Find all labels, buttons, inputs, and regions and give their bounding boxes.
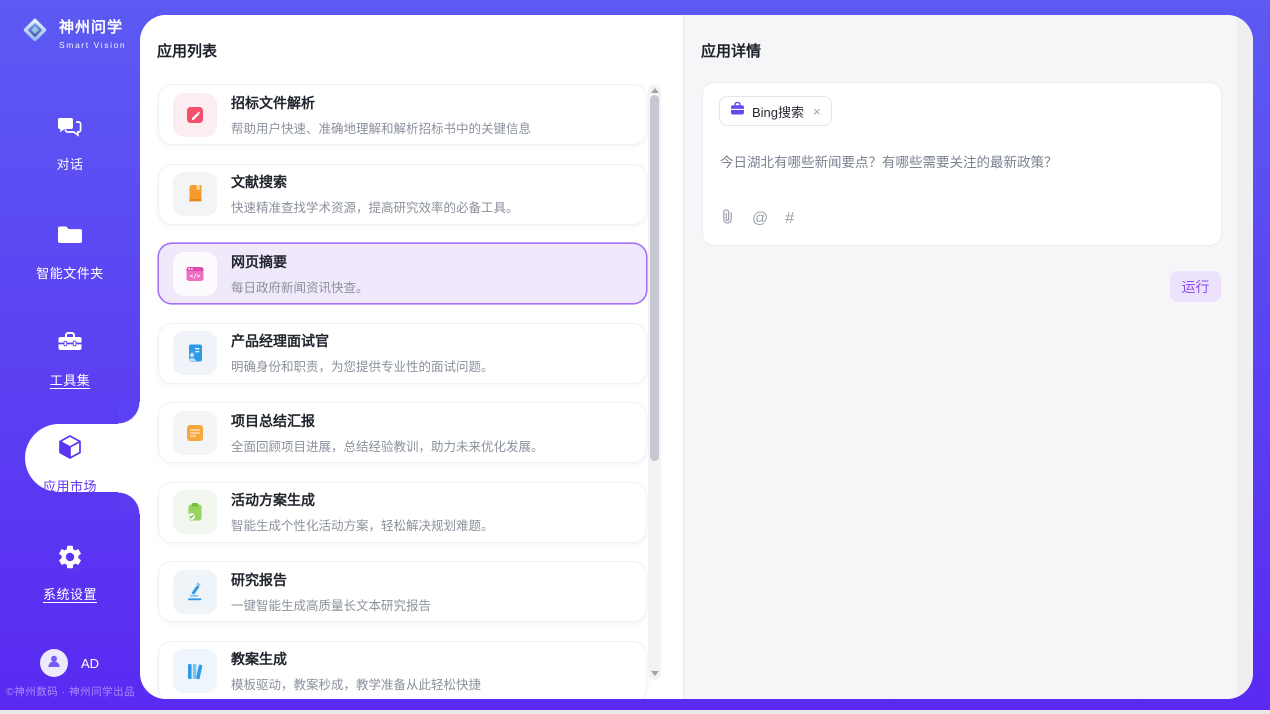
app-card-web-summary[interactable]: </> 网页摘要 每日政府新闻资讯快查。 xyxy=(158,243,647,304)
card-title: 教案生成 xyxy=(231,649,481,669)
card-desc: 全面回顾项目进展，总结经验教训，助力未来优化发展。 xyxy=(231,436,544,455)
code-glyph: </> xyxy=(190,273,201,280)
summary-note-icon xyxy=(173,411,217,455)
sidebar-item-label: 应用市场 xyxy=(43,476,97,495)
sidebar: 神州问学 Smart Vision 对话 智能文件夹 xyxy=(0,0,140,710)
composer-toolbar: @ # xyxy=(720,208,794,230)
app-card-bid-parse[interactable]: 招标文件解析 帮助用户快速、准确地理解和解析招标书中的关键信息 xyxy=(158,84,647,145)
card-desc: 智能生成个性化活动方案，轻松解决规划难题。 xyxy=(231,515,494,534)
card-title: 研究报告 xyxy=(231,570,431,590)
card-title: 网页摘要 xyxy=(231,252,369,272)
card-title: 产品经理面试官 xyxy=(231,331,494,351)
card-desc: 明确身份和职责，为您提供专业性的面试问题。 xyxy=(231,356,494,375)
card-desc: 一键智能生成高质量长文本研究报告 xyxy=(231,595,431,614)
attachment-icon[interactable] xyxy=(720,208,735,230)
copyright-text: ©神州数码 · 神州问学出品 xyxy=(6,684,140,699)
scroll-up-arrow-icon[interactable] xyxy=(651,88,659,93)
card-title: 招标文件解析 xyxy=(231,93,531,113)
card-desc: 每日政府新闻资讯快查。 xyxy=(231,277,369,296)
query-text[interactable]: 今日湖北有哪些新闻要点？有哪些需要关注的最新政策？ xyxy=(720,151,1200,171)
prompt-input[interactable]: Bing搜索 × 今日湖北有哪些新闻要点？有哪些需要关注的最新政策？ @ # xyxy=(702,82,1222,246)
card-desc: 快速精准查找学术资源，提高研究效率的必备工具。 xyxy=(231,197,519,216)
logo-subtitle: Smart Vision xyxy=(59,40,126,50)
briefcase-icon xyxy=(730,101,745,121)
scroll-down-arrow-icon[interactable] xyxy=(651,671,659,676)
books-icon xyxy=(173,649,217,693)
hash-icon[interactable]: # xyxy=(785,211,794,227)
app-detail-panel: 应用详情 Bing搜索 × 今日湖北有哪些新闻要点？有哪些需要关注的最新政策？ xyxy=(683,15,1253,699)
sidebar-item-app-market[interactable]: 应用市场 xyxy=(0,433,140,495)
at-icon[interactable]: @ xyxy=(752,211,768,227)
toolbox-icon xyxy=(55,327,85,362)
detail-scrollbar-track[interactable] xyxy=(1237,15,1253,699)
interview-doc-icon xyxy=(173,331,217,375)
sidebar-item-smart-folder[interactable]: 智能文件夹 xyxy=(0,220,140,282)
logo-gem-icon xyxy=(19,14,51,51)
sidebar-item-label: 智能文件夹 xyxy=(36,263,104,282)
app-list-scrollbar[interactable] xyxy=(648,84,661,680)
browser-code-icon: </> xyxy=(173,252,217,296)
chip-close-icon[interactable]: × xyxy=(813,104,821,119)
user-initials: AD xyxy=(81,656,99,671)
app-card-lesson-plan[interactable]: 教案生成 模板驱动，教案秒成，教学准备从此轻松快捷 xyxy=(158,641,647,700)
gear-icon xyxy=(56,543,84,576)
user-account[interactable]: AD xyxy=(40,649,99,677)
sidebar-item-settings[interactable]: 系统设置 xyxy=(0,543,140,603)
card-title: 活动方案生成 xyxy=(231,490,494,510)
sidebar-item-label: 系统设置 xyxy=(43,584,97,603)
sidebar-item-label: 工具集 xyxy=(50,370,91,389)
edit-document-icon xyxy=(173,93,217,137)
clipboard-check-icon xyxy=(173,490,217,534)
bubble-fillet-bottom xyxy=(118,492,140,514)
logo-title: 神州问学 xyxy=(59,16,126,37)
card-title: 项目总结汇报 xyxy=(231,411,544,431)
folder-icon xyxy=(55,220,85,255)
card-title: 文献搜索 xyxy=(231,172,519,192)
app-list-title: 应用列表 xyxy=(157,40,217,61)
app-card-research-report[interactable]: 研究报告 一键智能生成高质量长文本研究报告 xyxy=(158,561,647,622)
sidebar-item-toolset[interactable]: 工具集 xyxy=(0,327,140,389)
chat-icon xyxy=(55,111,85,146)
sidebar-item-label: 对话 xyxy=(56,154,83,173)
scrollbar-thumb[interactable] xyxy=(650,95,659,461)
tool-chip-label: Bing搜索 xyxy=(752,102,804,121)
app-detail-title: 应用详情 xyxy=(701,40,761,61)
app-card-project-summary[interactable]: 项目总结汇报 全面回顾项目进展，总结经验教训，助力未来优化发展。 xyxy=(158,402,647,463)
app-logo: 神州问学 Smart Vision xyxy=(19,14,126,51)
app-card-event-plan[interactable]: 活动方案生成 智能生成个性化活动方案，轻松解决规划难题。 xyxy=(158,482,647,543)
main-content: 应用列表 招标文件解析 帮助用户快速、准确地理解和解析招标书中的关键信息 xyxy=(140,15,1253,699)
app-window: 神州问学 Smart Vision 对话 智能文件夹 xyxy=(0,0,1270,714)
app-card-list: 招标文件解析 帮助用户快速、准确地理解和解析招标书中的关键信息 文献搜索 xyxy=(158,84,647,699)
bubble-fillet-top xyxy=(118,402,140,424)
app-card-literature-search[interactable]: 文献搜索 快速精准查找学术资源，提高研究效率的必备工具。 xyxy=(158,164,647,225)
microscope-icon xyxy=(173,570,217,614)
card-desc: 帮助用户快速、准确地理解和解析招标书中的关键信息 xyxy=(231,118,531,137)
card-desc: 模板驱动，教案秒成，教学准备从此轻松快捷 xyxy=(231,674,481,693)
sidebar-item-chat[interactable]: 对话 xyxy=(0,111,140,173)
run-button[interactable]: 运行 xyxy=(1170,271,1221,302)
avatar xyxy=(40,649,68,677)
app-list-panel: 应用列表 招标文件解析 帮助用户快速、准确地理解和解析招标书中的关键信息 xyxy=(140,15,683,699)
app-card-pm-interviewer[interactable]: 产品经理面试官 明确身份和职责，为您提供专业性的面试问题。 xyxy=(158,323,647,384)
book-icon xyxy=(173,172,217,216)
person-icon xyxy=(45,652,63,675)
cube-icon xyxy=(55,433,85,468)
tool-chip-bing-search[interactable]: Bing搜索 × xyxy=(719,96,832,126)
